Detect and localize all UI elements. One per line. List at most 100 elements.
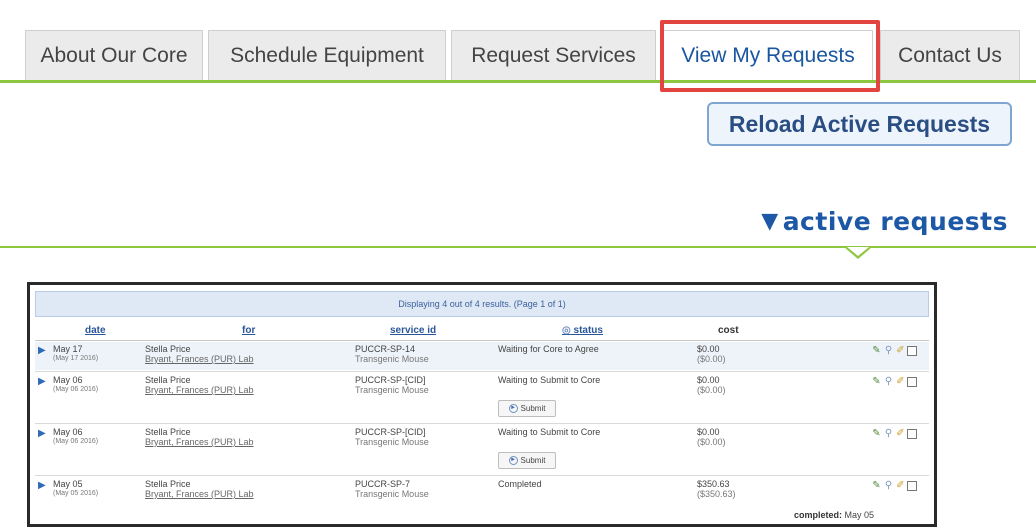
row-divider [35,475,929,476]
edit-icon[interactable]: ✎ [871,428,882,439]
submit-label: Submit [520,404,546,413]
expand-arrow-icon[interactable]: ▶ [38,481,46,491]
tab-request-services[interactable]: Request Services [451,30,656,80]
section-divider [0,246,1036,248]
triangle-down-icon: ▼ [761,208,779,234]
row-cost-sub: ($0.00) [697,437,726,447]
row-cost: $350.63 [697,479,730,489]
requests-panel-screenshot: Displaying 4 out of 4 results. (Page 1 o… [27,282,937,527]
row-status: Waiting for Core to Agree [498,344,599,354]
column-header-cost: cost [718,325,739,336]
column-header-date[interactable]: date [85,325,106,336]
row-date: May 06 [53,375,83,385]
row-requester: Stella Price [145,479,191,489]
section-title-text: active requests [782,206,1008,236]
row-actions: ✎ ⚲ ✐ [871,345,917,356]
row-lab-link[interactable]: Bryant, Frances (PUR) Lab [145,437,254,447]
table-row[interactable]: ▶ May 06 (May 06 2016) Stella Price Brya… [35,425,929,473]
row-lab-link[interactable]: Bryant, Frances (PUR) Lab [145,354,254,364]
pencil-icon[interactable]: ✐ [895,376,906,387]
submit-button[interactable]: ► Submit [498,400,556,417]
row-date-full: (May 06 2016) [53,386,99,393]
pencil-icon[interactable]: ✐ [895,428,906,439]
edit-icon[interactable]: ✎ [871,345,882,356]
help-icon: ◎ [562,325,571,336]
main-tab-bar: About Our Core Schedule Equipment Reques… [0,0,1036,84]
section-header[interactable]: ▼ active requests [761,204,1008,238]
tab-contact-us[interactable]: Contact Us [880,30,1020,80]
row-checkbox[interactable] [907,428,917,439]
row-status: Waiting to Submit to Core [498,375,601,385]
header-divider [35,340,929,341]
table-row[interactable]: ▶ May 17 (May 17 2016) Stella Price Brya… [35,342,929,370]
row-service-id: PUCCR-SP-[CID] [355,375,426,385]
row-checkbox[interactable] [907,376,917,387]
row-date-full: (May 06 2016) [53,438,99,445]
row-cost-sub: ($0.00) [697,385,726,395]
row-date: May 06 [53,427,83,437]
row-cost: $0.00 [697,375,720,385]
row-date: May 05 [53,479,83,489]
table-row[interactable]: ▶ May 06 (May 06 2016) Stella Price Brya… [35,373,929,421]
row-requester: Stella Price [145,344,191,354]
magnify-icon[interactable]: ⚲ [883,345,894,356]
row-lab-link[interactable]: Bryant, Frances (PUR) Lab [145,385,254,395]
submit-icon: ► [508,404,518,413]
completed-label: completed [793,510,839,520]
row-cost: $0.00 [697,344,720,354]
tab-bar-underline [0,80,1036,83]
row-lab-link[interactable]: Bryant, Frances (PUR) Lab [145,489,254,499]
magnify-icon[interactable]: ⚲ [883,376,894,387]
results-banner: Displaying 4 out of 4 results. (Page 1 o… [35,291,929,317]
section-divider-notch-inner [847,247,869,256]
submit-button[interactable]: ► Submit [498,452,556,469]
row-service-type: Transgenic Mouse [355,354,429,364]
completed-note: completed: May 05 [794,510,874,520]
row-service-id: PUCCR-SP-[CID] [355,427,426,437]
row-cost-sub: ($350.63) [697,489,736,499]
magnify-icon[interactable]: ⚲ [883,428,894,439]
row-checkbox[interactable] [907,480,917,491]
reload-active-requests-button[interactable]: Reload Active Requests [707,102,1012,146]
expand-arrow-icon[interactable]: ▶ [38,429,46,439]
row-date-full: (May 05 2016) [53,490,99,497]
column-header-status[interactable]: ◎ status [562,325,603,336]
column-header-service-id[interactable]: service id [390,325,436,336]
edit-icon[interactable]: ✎ [871,376,882,387]
edit-icon[interactable]: ✎ [871,480,882,491]
tab-view-my-requests[interactable]: View My Requests [663,30,873,80]
row-cost-sub: ($0.00) [697,354,726,364]
tab-schedule-equipment[interactable]: Schedule Equipment [208,30,446,80]
submit-label: Submit [520,456,546,465]
completed-value: May 05 [844,510,874,520]
row-date: May 17 [53,344,83,354]
magnify-icon[interactable]: ⚲ [883,480,894,491]
row-requester: Stella Price [145,427,191,437]
row-divider [35,423,929,424]
row-service-id: PUCCR-SP-14 [355,344,416,354]
pencil-icon[interactable]: ✐ [895,345,906,356]
row-service-id: PUCCR-SP-7 [355,479,411,489]
column-header-status-label: status [573,325,603,336]
row-status: Waiting to Submit to Core [498,427,601,437]
row-date-full: (May 17 2016) [53,355,99,362]
row-divider [35,371,929,372]
row-actions: ✎ ⚲ ✐ [871,480,917,491]
table-row[interactable]: ▶ May 05 (May 05 2016) Stella Price Brya… [35,477,929,507]
tab-about-our-core[interactable]: About Our Core [25,30,203,80]
row-status: Completed [498,479,542,489]
completed-colon: : [838,510,842,520]
pencil-icon[interactable]: ✐ [895,480,906,491]
submit-icon: ► [508,456,518,465]
row-cost: $0.00 [697,427,720,437]
expand-arrow-icon[interactable]: ▶ [38,346,46,356]
row-checkbox[interactable] [907,345,917,356]
row-requester: Stella Price [145,375,191,385]
row-actions: ✎ ⚲ ✐ [871,428,917,439]
column-header-for[interactable]: for [242,325,255,336]
row-actions: ✎ ⚲ ✐ [871,376,917,387]
row-service-type: Transgenic Mouse [355,385,429,395]
row-service-type: Transgenic Mouse [355,489,429,499]
expand-arrow-icon[interactable]: ▶ [38,377,46,387]
row-service-type: Transgenic Mouse [355,437,429,447]
